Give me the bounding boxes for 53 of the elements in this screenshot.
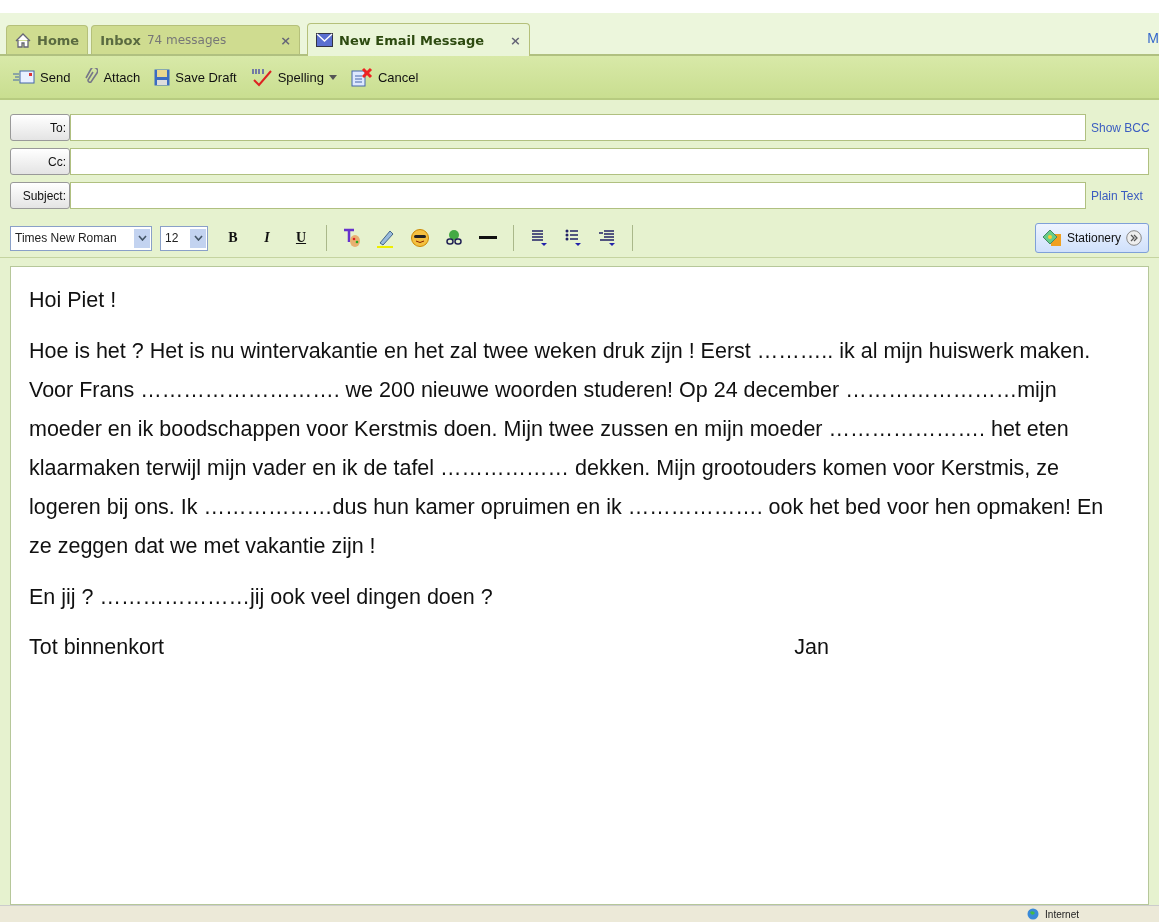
align-icon [531, 229, 547, 247]
globe-icon [1027, 908, 1040, 920]
send-button[interactable]: Send [10, 67, 74, 87]
cancel-document-icon [350, 67, 373, 87]
field-label-button[interactable]: To: [10, 114, 70, 141]
highlighter-icon [377, 228, 395, 248]
close-tab-button[interactable]: × [510, 32, 521, 48]
spellcheck-icon [250, 67, 273, 87]
link[interactable]: Show BCC [1091, 120, 1149, 135]
save-draft-button[interactable]: Save Draft [151, 66, 240, 88]
underline-button[interactable]: U [284, 228, 318, 248]
message-body[interactable] [10, 266, 1149, 905]
envelope-icon [316, 33, 334, 47]
italic-button[interactable]: I [250, 228, 284, 248]
chevron-down-icon [193, 235, 203, 241]
stationery-button[interactable]: Stationery [1034, 223, 1149, 253]
cancel-button[interactable]: Cancel [347, 65, 422, 89]
floppy-icon [154, 68, 171, 86]
house-icon [15, 32, 31, 48]
chevron-down-icon [137, 235, 147, 241]
line-icon [479, 236, 497, 240]
cut-text: M [1147, 30, 1159, 46]
paragraph: Hoe is het ? Het is nu wintervakantie en het zal twee weken druk zijn ! Eerst ……….. ik al mijn huiswerk maken. Voor Frans ………………………. we 200 nieuwe woorden studeren! Op 24 december ……………………mijn moeder en ik boodschappen voor Kerstmis doen. Mijn twee zussen en mijn moeder …………………. het eten klaarmaken terwijl mijn vader en ik de tafel ……………… dekken. Mijn grootouders komen voor Kerstmis, ze logeren bij ons. Ik ………………dus hun kamer opruimen en ik ………………. ook het bed voor hen opmaken! En ze zeggen dat we met vakantie zijn ! [29, 338, 1104, 560]
status-zone: Internet [1045, 908, 1079, 920]
paragraph: En jij ? …………………jij ook veel dingen doen ? [29, 584, 494, 611]
closing-text: Tot binnenkort [29, 635, 165, 660]
field-label-button[interactable]: Cc: [10, 148, 70, 175]
field-label-button[interactable]: Subject: [10, 182, 70, 209]
font-select[interactable]: Times New Roman [10, 225, 152, 251]
stationery-icon [1041, 229, 1062, 247]
paperclip-icon [84, 68, 99, 86]
tab[interactable]: New Email Message × [307, 23, 530, 56]
bullet-list-icon [565, 229, 581, 247]
size-select[interactable]: 12 [160, 225, 208, 251]
palette-icon [343, 228, 361, 248]
message-count: 74 messages [146, 33, 227, 47]
paragraph: Hoi Piet ! [29, 287, 118, 314]
signature: Jan [794, 635, 829, 660]
close-tab-button[interactable]: × [280, 32, 292, 48]
smiley-icon [411, 229, 429, 247]
link[interactable]: Plain Text [1091, 188, 1149, 203]
globe-link-icon [445, 229, 463, 247]
attach-button[interactable]: Attach [81, 66, 144, 88]
bold-button[interactable]: B [216, 228, 250, 248]
indent-icon [599, 229, 615, 247]
input-field[interactable] [70, 114, 1086, 141]
spelling-button[interactable]: Spelling [247, 65, 340, 89]
send-icon [13, 70, 35, 84]
double-chevron-icon [1126, 230, 1142, 246]
input-field[interactable] [70, 148, 1149, 175]
tab[interactable]: Home [6, 25, 89, 54]
tab[interactable]: Inbox 74 messages × [91, 25, 301, 54]
input-field[interactable] [70, 182, 1086, 209]
